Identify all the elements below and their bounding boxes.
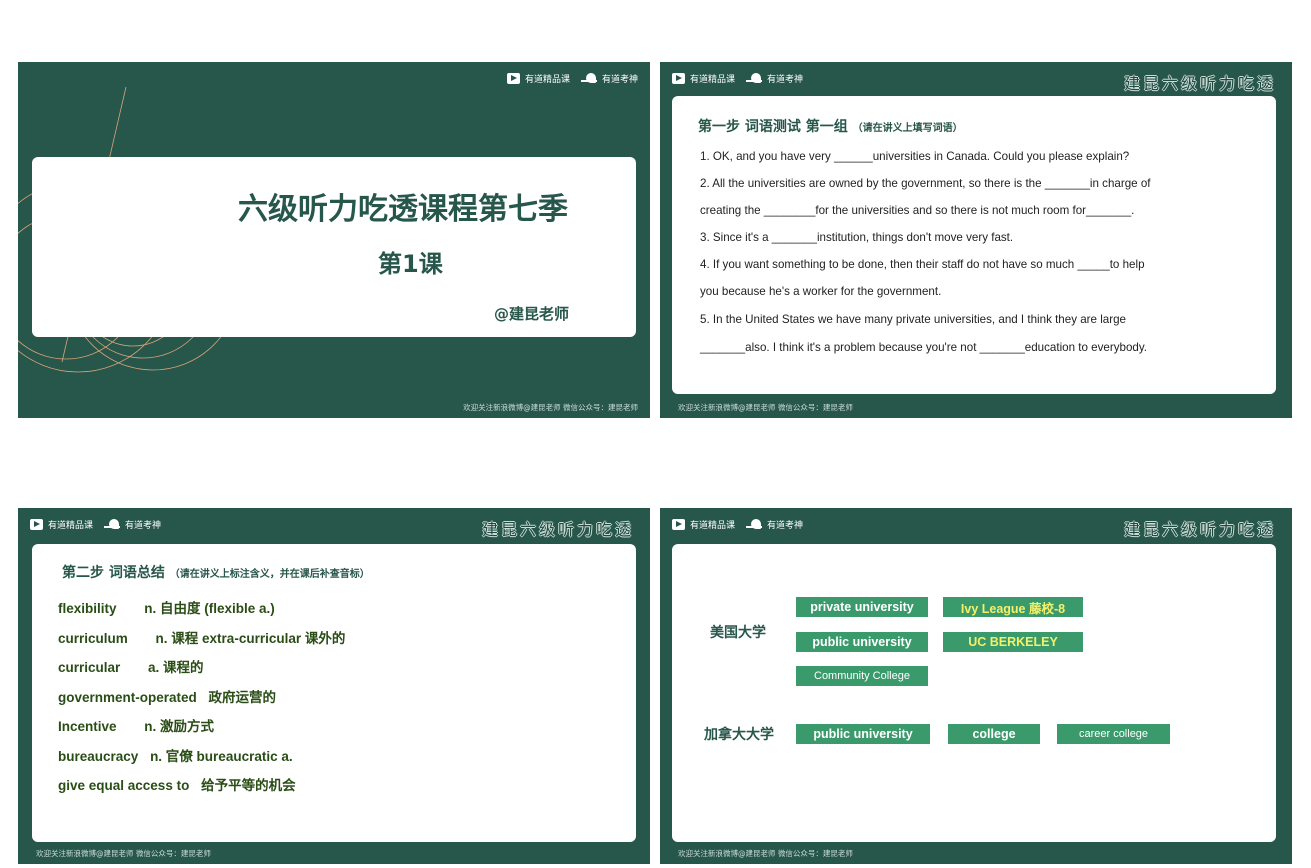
slide-vocab-test: 有道精品课 有道考神 建昆六级听力吃透 第一步 词语测试 第一组 （请在讲义上填…	[660, 62, 1292, 418]
vocab-term: curricular	[58, 660, 121, 675]
series-logo: 建昆六级听力吃透	[1123, 74, 1276, 93]
content-card	[672, 544, 1276, 842]
vocab-meaning: 给予平等的机会	[201, 778, 296, 793]
vocab-term: give equal access to	[58, 778, 190, 793]
tag-public-university: public university	[796, 724, 930, 744]
vocab-meaning: n. 课程 extra-curricular 课外的	[155, 631, 346, 646]
course-title: 六级听力吃透课程第七季	[238, 192, 568, 227]
tag-career-college: career college	[1057, 724, 1170, 744]
question-line: creating the ________for the universitie…	[700, 204, 1135, 217]
owl-icon	[746, 519, 763, 530]
vocab-row: Incentive n. 激励方式	[58, 715, 222, 735]
footer-text: 欢迎关注新浪微博@建昆老师 微信公众号：建昆老师	[463, 403, 638, 412]
step-title-note: （请在讲义上填写词语）	[852, 123, 963, 134]
step-title-main: 第二步 词语总结	[62, 565, 165, 581]
vocab-row: bureaucracy n. 官僚 bureaucratic a.	[58, 745, 301, 765]
slide-vocab-summary: 有道精品课 有道考神 建昆六级听力吃透 第二步 词语总结 （请在讲义上标注含义，…	[18, 508, 650, 864]
vocab-term: Incentive	[58, 719, 117, 734]
question-line: _______also. I think it's a problem beca…	[700, 341, 1148, 354]
brand-app: 有道考神	[767, 521, 804, 531]
step-title-note: （请在讲义上标注含义，并在课后补查音标）	[169, 569, 370, 580]
vocab-row: government-operated 政府运营的	[58, 686, 284, 706]
vocab-meaning: n. 激励方式	[144, 719, 215, 734]
footer-text: 欢迎关注新浪微博@建昆老师 微信公众号：建昆老师	[678, 403, 853, 412]
vocab-term: curriculum	[58, 631, 128, 646]
question-line: 3. Since it's a _______institution, thin…	[700, 231, 1014, 244]
owl-icon	[104, 519, 121, 530]
play-icon	[672, 519, 685, 530]
slide-university-types: 有道精品课 有道考神 建昆六级听力吃透 美国大学 private univers…	[660, 508, 1292, 864]
owl-icon	[580, 73, 597, 84]
vocab-meaning: 政府运营的	[208, 690, 277, 705]
step-title: 第一步 词语测试 第一组 （请在讲义上填写词语）	[698, 116, 963, 136]
vocab-row: curricular a. 课程的	[58, 656, 212, 676]
vocab-meaning: n. 自由度 (flexible a.)	[144, 601, 275, 616]
tag-ivy-league: Ivy League 藤校-8	[943, 597, 1083, 617]
question-line: 5. In the United States we have many pri…	[700, 313, 1126, 326]
lesson-number: 第1课	[378, 250, 443, 278]
teacher-name: @建昆老师	[494, 305, 570, 323]
canada-label: 加拿大大学	[704, 727, 774, 743]
brand-product: 有道精品课	[690, 521, 736, 531]
question-line: 4. If you want something to be done, the…	[700, 258, 1145, 271]
brand-app: 有道考神	[601, 75, 638, 85]
vocab-row: give equal access to 给予平等的机会	[58, 774, 304, 794]
play-icon	[30, 519, 43, 530]
question-line: 1. OK, and you have very ______universit…	[700, 150, 1130, 163]
brand-product: 有道精品课	[48, 521, 94, 531]
vocab-term: flexibility	[58, 601, 117, 616]
vocab-meaning: a. 课程的	[148, 660, 204, 675]
brand-app: 有道考神	[767, 75, 804, 85]
step-title-main: 第一步 词语测试 第一组	[698, 119, 848, 135]
tag-community-college: Community College	[796, 666, 928, 686]
footer-text: 欢迎关注新浪微博@建昆老师 微信公众号：建昆老师	[36, 849, 211, 858]
brand-logo: 有道精品课 有道考神	[672, 72, 803, 85]
tag-public-university: public university	[796, 632, 928, 652]
vocab-meaning: n. 官僚 bureaucratic a.	[150, 749, 293, 764]
vocab-term: bureaucracy	[58, 749, 139, 764]
brand-logo: 有道精品课 有道考神	[506, 72, 638, 85]
series-logo: 建昆六级听力吃透	[481, 520, 634, 539]
usa-label: 美国大学	[710, 625, 766, 641]
question-line: 2. All the universities are owned by the…	[700, 177, 1151, 190]
brand-product: 有道精品课	[690, 75, 736, 85]
footer-text: 欢迎关注新浪微博@建昆老师 微信公众号：建昆老师	[678, 849, 853, 858]
owl-icon	[746, 73, 763, 84]
series-logo: 建昆六级听力吃透	[1123, 520, 1276, 539]
question-line: you because he's a worker for the govern…	[700, 285, 942, 298]
tag-college: college	[948, 724, 1040, 744]
brand-product: 有道精品课	[524, 75, 570, 85]
tag-uc-berkeley: UC BERKELEY	[943, 632, 1083, 652]
brand-app: 有道考神	[125, 521, 162, 531]
slide-title: 有道精品课 有道考神 六级听力吃透课程第七季 第1课 @建昆老师 欢迎关注新浪微…	[18, 62, 650, 418]
vocab-term: government-operated	[58, 690, 197, 705]
brand-logo: 有道精品课 有道考神	[672, 518, 803, 531]
vocab-row: flexibility n. 自由度 (flexible a.)	[58, 597, 283, 617]
tag-private-university: private university	[796, 597, 928, 617]
play-icon	[672, 73, 685, 84]
play-icon	[506, 73, 520, 84]
brand-logo: 有道精品课 有道考神	[30, 518, 161, 531]
step-title: 第二步 词语总结 （请在讲义上标注含义，并在课后补查音标）	[62, 562, 370, 582]
vocab-row: curriculum n. 课程 extra-curricular 课外的	[58, 627, 353, 647]
